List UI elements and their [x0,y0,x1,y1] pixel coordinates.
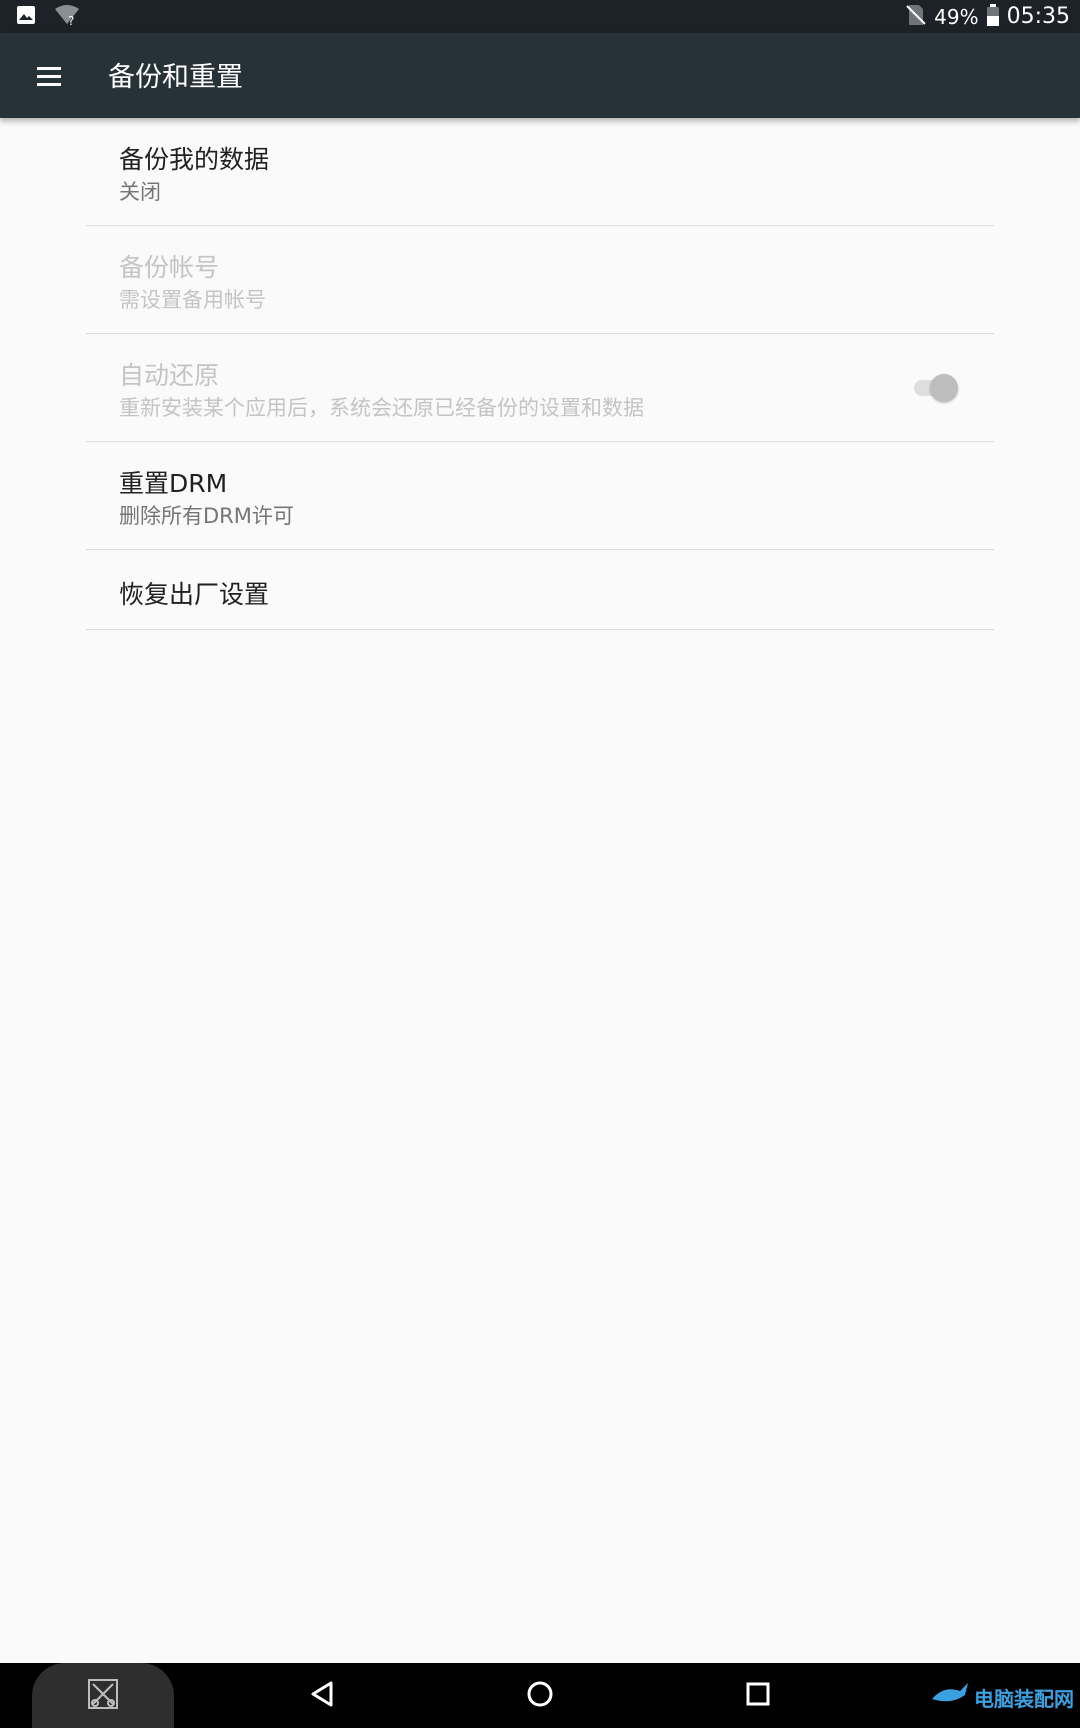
setting-auto-restore[interactable]: 自动还原 重新安装某个应用后，系统会还原已经备份的设置和数据 [86,334,994,442]
setting-summary: 删除所有DRM许可 [119,504,294,528]
recents-icon [745,1681,771,1711]
setting-title: 重置DRM [119,469,228,498]
back-button[interactable] [282,1663,362,1728]
menu-icon[interactable] [30,58,68,94]
screenshot-icon [87,1678,119,1714]
watermark-text: 电脑装配网 [974,1686,1074,1711]
auto-restore-toggle[interactable] [914,372,960,404]
battery-percent: 49% [934,4,979,29]
setting-summary: 需设置备用帐号 [119,288,266,312]
status-time: 05:35 [1006,4,1070,29]
page-title: 备份和重置 [108,62,243,93]
svg-text:?: ? [68,14,74,26]
setting-title: 备份帐号 [119,253,220,282]
setting-summary: 关闭 [119,180,161,204]
setting-title: 自动还原 [119,361,220,390]
home-button[interactable] [500,1663,580,1728]
home-icon [525,1679,555,1713]
setting-summary: 重新安装某个应用后，系统会还原已经备份的设置和数据 [119,396,644,420]
settings-list: 备份我的数据 关闭 备份帐号 需设置备用帐号 自动还原 重新安装某个应用后，系统… [86,118,994,630]
toggle-thumb [930,374,958,402]
setting-backup-account[interactable]: 备份帐号 需设置备用帐号 [86,226,994,334]
setting-backup-my-data[interactable]: 备份我的数据 关闭 [86,118,994,226]
shark-logo-icon [930,1677,970,1717]
battery-icon [986,3,999,30]
recents-button[interactable] [718,1663,798,1728]
setting-factory-reset[interactable]: 恢复出厂设置 [86,550,994,630]
watermark: 电脑装配网 [930,1677,1074,1717]
navigation-bar: 电脑装配网 [0,1663,1080,1728]
status-bar: ? 49% 05:35 [0,0,1080,33]
no-sim-icon [906,4,926,30]
setting-title: 备份我的数据 [119,145,270,174]
app-bar: 备份和重置 [0,33,1080,118]
back-icon [309,1680,335,1712]
wifi-unknown-icon: ? [54,4,80,30]
setting-title: 恢复出厂设置 [119,580,270,609]
setting-reset-drm[interactable]: 重置DRM 删除所有DRM许可 [86,442,994,550]
screenshot-button[interactable] [32,1663,174,1728]
image-icon [16,5,36,29]
